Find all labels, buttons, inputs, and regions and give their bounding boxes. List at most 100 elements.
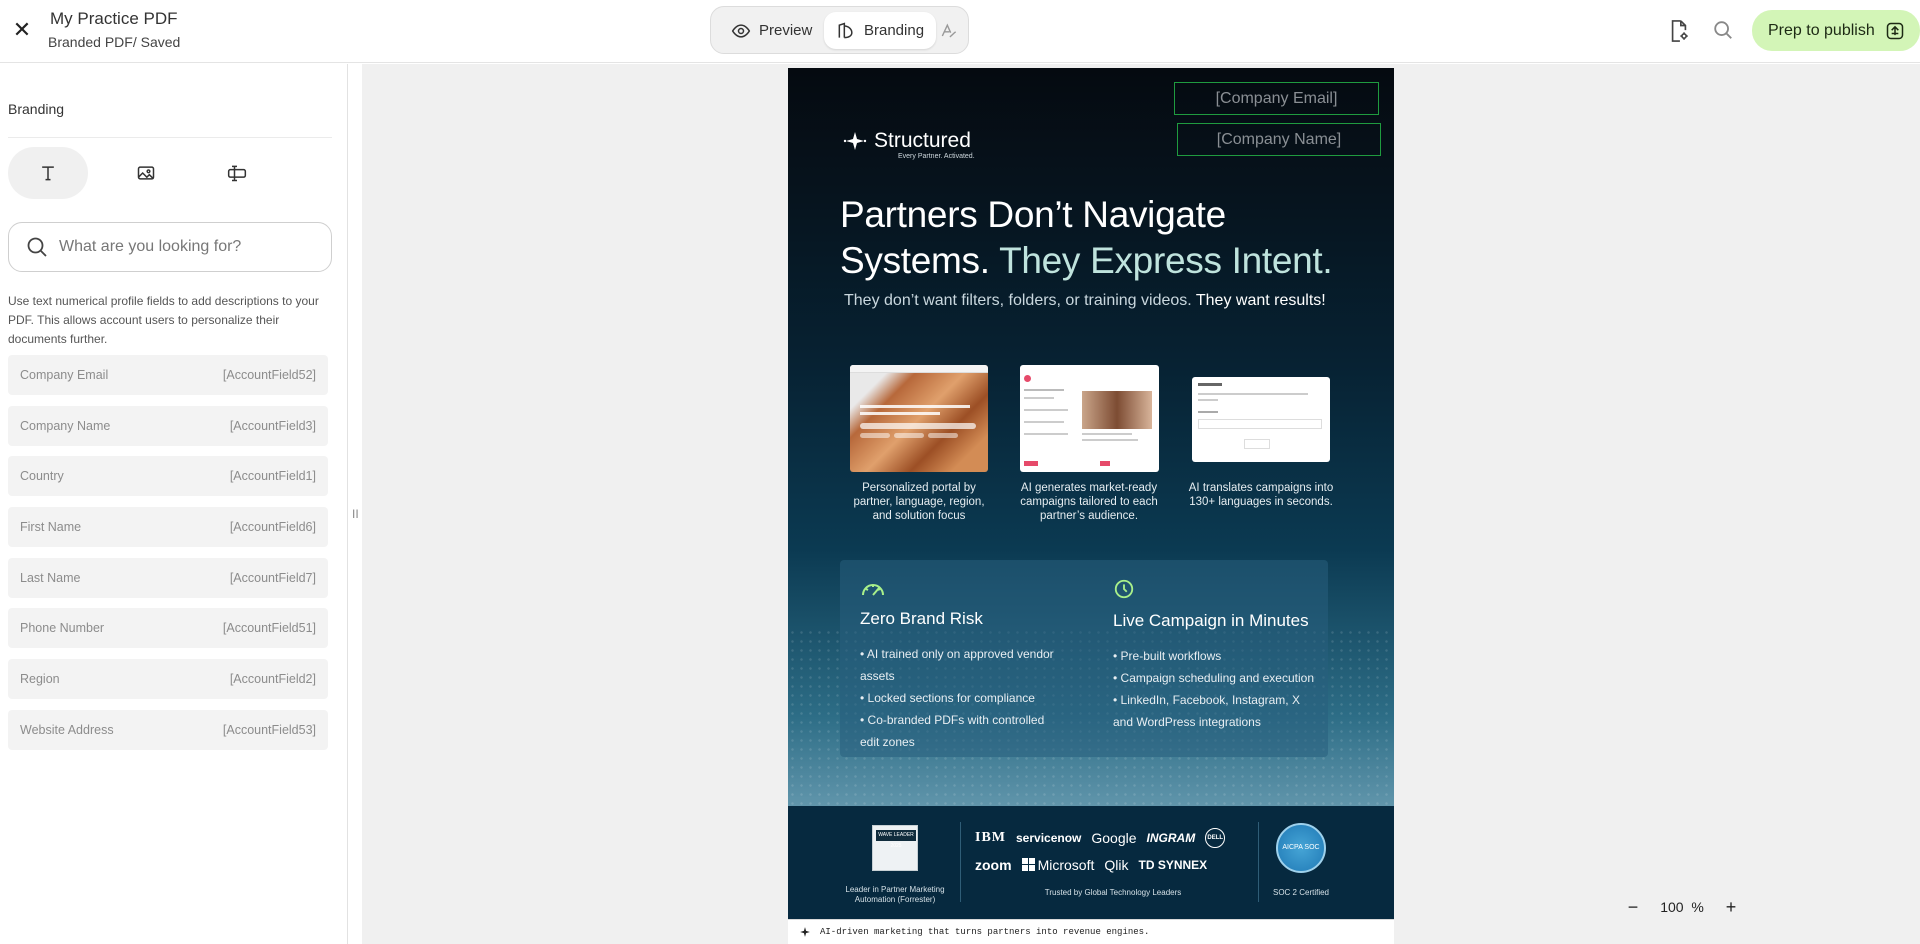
branding-label: Branding	[864, 22, 925, 39]
benefit-title: Zero Brand Risk	[860, 609, 983, 628]
file-settings-icon[interactable]	[1668, 19, 1692, 43]
pdf-page: [Company Email] [Company Name] Structure…	[788, 68, 1394, 944]
field-website-address[interactable]: Website Address [AccountField53]	[8, 709, 328, 750]
zoom-logo: zoom	[975, 856, 1012, 873]
field-code: [AccountField51]	[222, 621, 316, 636]
translate-screenshot	[1192, 377, 1330, 462]
field-label: Website Address	[20, 722, 114, 737]
dell-logo: DELL	[1205, 827, 1226, 848]
company-name-placeholder[interactable]: [Company Name]	[1177, 123, 1381, 156]
logo-wordmark: Structured	[874, 129, 971, 152]
microsoft-logo: Microsoft	[1021, 856, 1095, 873]
zoom-in-button[interactable]: +	[1720, 896, 1742, 918]
document-status: Branded PDF/ Saved	[48, 34, 181, 50]
ingram-logo: INGRAM	[1146, 830, 1196, 845]
tab-image[interactable]	[106, 147, 186, 199]
field-code: [AccountField6]	[229, 520, 316, 535]
benefit-item: • Co-branded PDFs with controlled	[860, 713, 1045, 727]
search-field[interactable]	[8, 222, 332, 272]
zoom-out-button[interactable]: −	[1622, 896, 1644, 918]
field-code: [AccountField53]	[222, 722, 316, 737]
structured-logo: Structured Every Partner. Activated.	[842, 129, 975, 160]
preview-label: Preview	[759, 22, 813, 39]
td-synnex-logo: TD SYNNEX	[1138, 857, 1208, 872]
field-label: Region	[20, 672, 60, 687]
field-code: [AccountField3]	[229, 418, 316, 433]
headline-line-1: Partners Don’t Navigate	[840, 194, 1226, 235]
field-code: [AccountField2]	[229, 672, 316, 687]
text-field-icon	[227, 165, 247, 182]
headline: Partners Don’t Navigate Systems. They Ex…	[840, 192, 1360, 284]
search-icon[interactable]	[1712, 19, 1736, 43]
field-label: Country	[20, 469, 64, 484]
search-input[interactable]	[59, 238, 309, 256]
trusted-caption: Trusted by Global Technology Leaders	[1044, 888, 1182, 897]
ai-text-button[interactable]	[935, 12, 963, 49]
field-label: Company Name	[20, 418, 111, 433]
benefit-item: and WordPress integrations	[1113, 715, 1261, 729]
field-first-name[interactable]: First Name [AccountField6]	[8, 507, 328, 548]
branding-icon	[838, 21, 853, 38]
prep-to-publish-button[interactable]: Prep to publish	[1752, 10, 1920, 51]
benefit-item: • Locked sections for compliance	[860, 691, 1035, 705]
sparkle-logo-icon	[800, 927, 810, 937]
benefit-item: edit zones	[860, 735, 915, 749]
text-icon	[42, 166, 54, 181]
field-company-email[interactable]: Company Email [AccountField52]	[8, 355, 328, 395]
ai-text-icon	[941, 22, 957, 37]
branding-sidebar: Branding Use text numerical profile fiel…	[0, 64, 348, 944]
headline-part-a: Systems.	[840, 240, 990, 281]
benefit-zero-brand-risk: Zero Brand Risk • AI trained only on app…	[860, 578, 1090, 753]
zoom-percent: 100	[1660, 899, 1684, 915]
portal-screenshot	[850, 365, 988, 472]
microsoft-wordmark: Microsoft	[1037, 856, 1095, 873]
zoom-control: − 100 % +	[1614, 886, 1750, 928]
branding-button[interactable]: Branding	[824, 12, 937, 49]
qlik-logo: Qlik	[1104, 856, 1129, 873]
field-phone-number[interactable]: Phone Number [AccountField51]	[8, 608, 328, 649]
tab-text-field[interactable]	[197, 147, 277, 199]
sidebar-resize-handle[interactable]: II	[352, 506, 359, 522]
field-label: Company Email	[20, 368, 109, 382]
partner-logos: IBM servicenow Google INGRAM DELL zoom M…	[975, 824, 1251, 878]
profile-field-list: Company Email [AccountField52] Company Na…	[8, 355, 328, 761]
benefit-item: • Campaign scheduling and execution	[1113, 671, 1314, 685]
field-label: Last Name	[20, 570, 81, 585]
field-label: Phone Number	[20, 621, 105, 636]
feature-caption-1: Personalized portal by partner, language…	[853, 482, 985, 522]
campaign-screenshot	[1020, 365, 1159, 472]
document-title: My Practice PDF	[50, 9, 178, 28]
preview-button[interactable]: Preview	[719, 12, 824, 49]
tab-text[interactable]	[8, 147, 88, 199]
image-icon	[137, 166, 155, 180]
gauge-icon	[862, 584, 884, 596]
field-region[interactable]: Region [AccountField2]	[8, 659, 328, 700]
field-country[interactable]: Country [AccountField1]	[8, 456, 328, 497]
field-company-name[interactable]: Company Name [AccountField3]	[8, 405, 328, 446]
field-code: [AccountField1]	[229, 469, 316, 484]
windows-grid-icon	[1021, 858, 1035, 871]
help-text: Use text numerical profile fields to add…	[8, 294, 319, 346]
clock-icon	[1114, 579, 1134, 599]
google-logo: Google	[1091, 829, 1137, 846]
ibm-logo: IBM	[975, 829, 1006, 845]
field-code: [AccountField52]	[222, 368, 316, 382]
benefit-item: • LinkedIn, Facebook, Instagram, X	[1113, 693, 1300, 707]
search-icon	[27, 237, 47, 257]
top-bar: ✕ My Practice PDF Branded PDF/ Saved Pre…	[0, 0, 1920, 63]
field-code: [AccountField7]	[229, 570, 316, 585]
mode-switch: Preview Branding	[710, 6, 969, 54]
company-email-placeholder[interactable]: [Company Email]	[1174, 82, 1379, 115]
logo-tagline: Every Partner. Activated.	[898, 153, 975, 160]
aicpa-soc-badge: AICPA SOC	[1276, 823, 1326, 873]
trust-band: WAVE LEADER 2025 Leader in Partner Marke…	[788, 806, 1394, 919]
field-label: First Name	[20, 520, 82, 535]
publish-icon	[1886, 22, 1903, 39]
field-last-name[interactable]: Last Name [AccountField7]	[8, 557, 328, 598]
close-icon[interactable]: ✕	[10, 18, 34, 42]
forrester-wave-badge: WAVE LEADER 2025	[872, 825, 918, 871]
branding-tabs	[8, 147, 328, 199]
zoom-unit: %	[1691, 899, 1704, 915]
subheadline: They don’t want filters, folders, or tra…	[844, 292, 1326, 310]
benefits-panel: Zero Brand Risk • AI trained only on app…	[840, 560, 1328, 757]
